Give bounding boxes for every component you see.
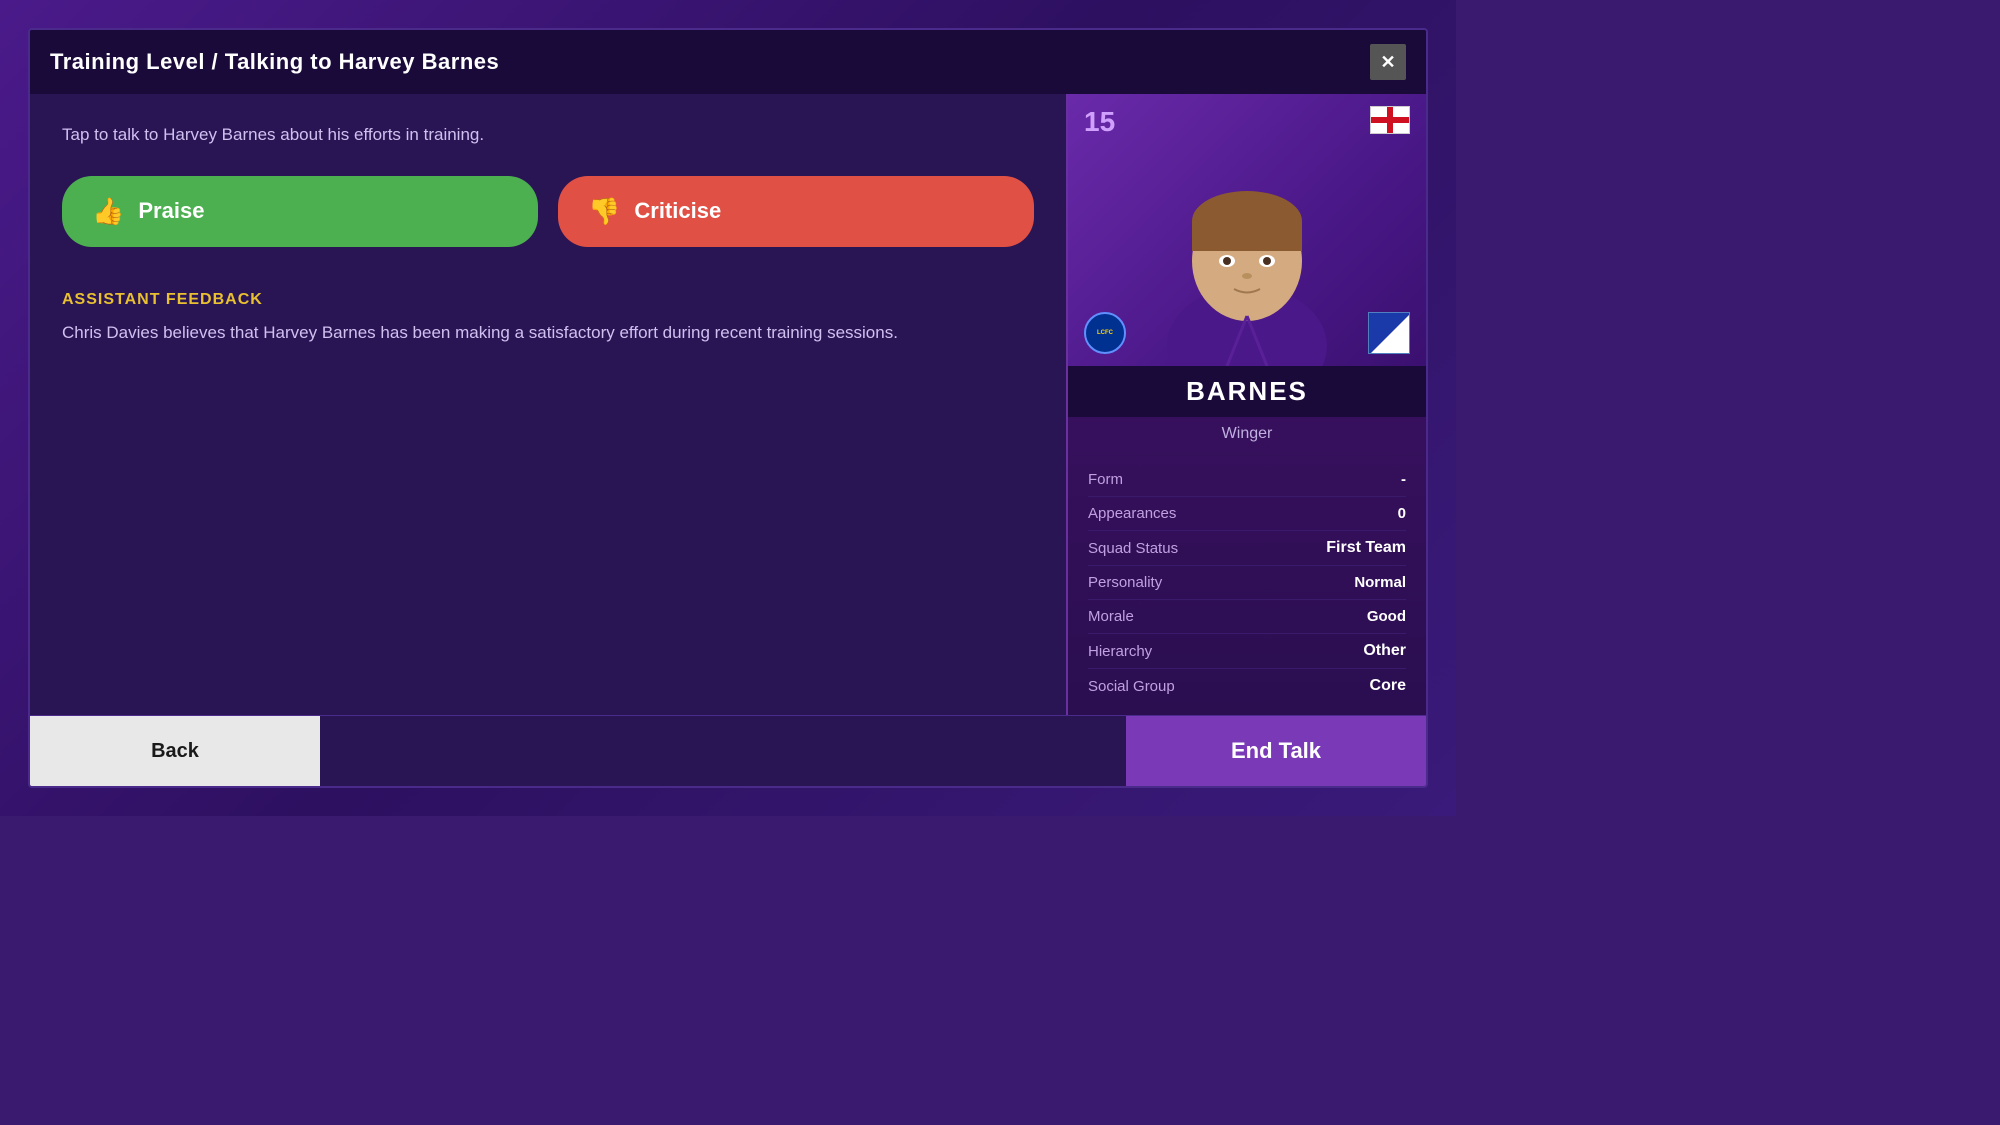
praise-label: Praise xyxy=(138,198,204,224)
thumbs-down-icon xyxy=(588,196,620,227)
stat-label: Personality xyxy=(1088,574,1162,591)
card-name-row: BARNES xyxy=(1068,366,1426,417)
end-talk-button[interactable]: End Talk xyxy=(1126,716,1426,786)
back-button[interactable]: Back xyxy=(30,716,320,786)
stat-value: Other xyxy=(1363,642,1406,660)
stat-row: Squad Status First Team xyxy=(1088,531,1406,566)
player-position: Winger xyxy=(1068,421,1426,451)
stat-label: Squad Status xyxy=(1088,540,1178,557)
stat-value: Good xyxy=(1367,608,1406,625)
kit-badge xyxy=(1368,312,1410,354)
assistant-feedback-text: Chris Davies believes that Harvey Barnes… xyxy=(62,319,1034,346)
card-top: 15 xyxy=(1068,94,1426,366)
stat-value: Core xyxy=(1370,677,1406,695)
stat-value: 0 xyxy=(1398,505,1406,522)
stat-value: - xyxy=(1401,471,1406,488)
club-badge: LCFC xyxy=(1084,312,1126,354)
stat-label: Appearances xyxy=(1088,505,1176,522)
dialog-title: Training Level / Talking to Harvey Barne… xyxy=(50,49,499,75)
player-card: 15 xyxy=(1066,94,1426,715)
player-number: 15 xyxy=(1084,106,1115,138)
close-button[interactable]: ✕ xyxy=(1370,44,1406,80)
stat-row: Form - xyxy=(1088,463,1406,497)
stat-label: Hierarchy xyxy=(1088,643,1152,660)
background: Training Level / Talking to Harvey Barne… xyxy=(0,0,1456,816)
criticise-label: Criticise xyxy=(634,198,721,224)
stat-value: First Team xyxy=(1326,539,1406,557)
player-stats: Form - Appearances 0 Squad Status First Team P… xyxy=(1068,451,1426,715)
stat-label: Morale xyxy=(1088,608,1134,625)
main-panel: Tap to talk to Harvey Barnes about his e… xyxy=(30,94,1066,715)
dialog-footer: Back End Talk xyxy=(30,715,1426,786)
stat-row: Morale Good xyxy=(1088,600,1406,634)
stat-label: Social Group xyxy=(1088,678,1175,695)
thumbs-up-icon xyxy=(92,196,124,227)
assistant-feedback-section: ASSISTANT FEEDBACK Chris Davies believes… xyxy=(62,291,1034,346)
player-name: BARNES xyxy=(1084,376,1410,407)
dialog-header: Training Level / Talking to Harvey Barne… xyxy=(30,30,1426,94)
stat-label: Form xyxy=(1088,471,1123,488)
dialog-container: Training Level / Talking to Harvey Barne… xyxy=(28,28,1428,788)
dialog-body: Tap to talk to Harvey Barnes about his e… xyxy=(30,94,1426,715)
stat-value: Normal xyxy=(1354,574,1406,591)
stat-row: Personality Normal xyxy=(1088,566,1406,600)
intro-text: Tap to talk to Harvey Barnes about his e… xyxy=(62,122,1034,148)
england-flag xyxy=(1370,106,1410,134)
stat-row: Social Group Core xyxy=(1088,669,1406,703)
player-image xyxy=(1147,146,1347,366)
footer-spacer xyxy=(320,716,1126,786)
assistant-feedback-label: ASSISTANT FEEDBACK xyxy=(62,291,1034,309)
stat-row: Appearances 0 xyxy=(1088,497,1406,531)
action-buttons: Praise Criticise xyxy=(62,176,1034,247)
praise-button[interactable]: Praise xyxy=(62,176,538,247)
criticise-button[interactable]: Criticise xyxy=(558,176,1034,247)
stat-row: Hierarchy Other xyxy=(1088,634,1406,669)
